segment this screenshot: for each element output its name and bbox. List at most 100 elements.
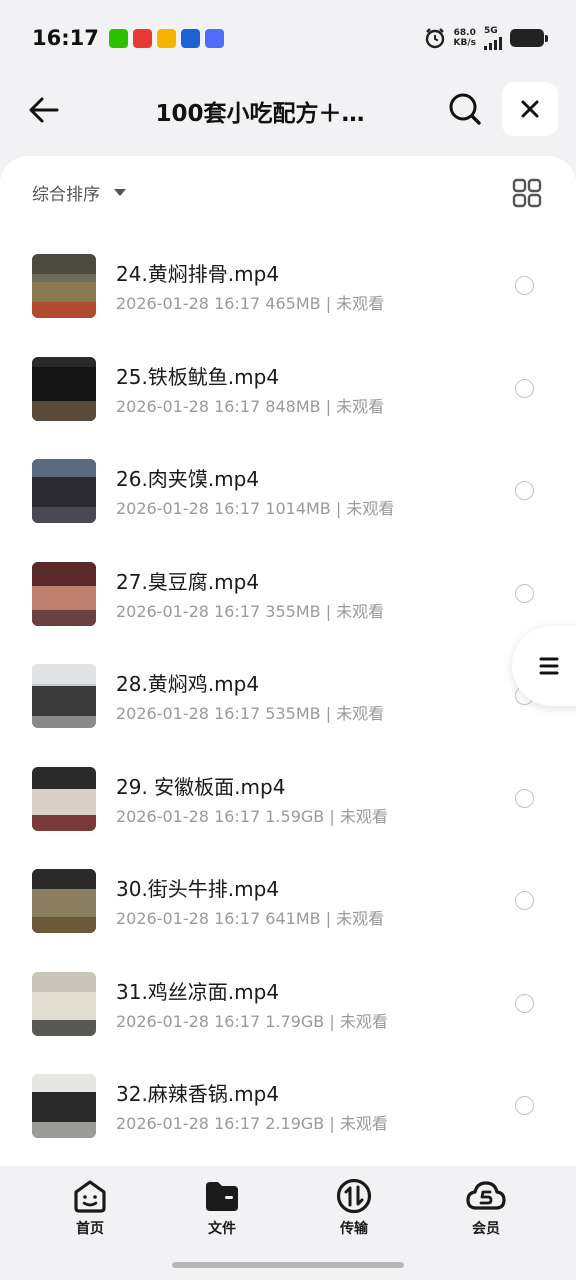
wechat-icon [108, 28, 128, 48]
video-thumbnail [32, 459, 96, 523]
nav-label: 会员 [472, 1221, 500, 1237]
watch-status: 未观看 [339, 1011, 388, 1031]
watch-status: 未观看 [346, 499, 395, 518]
file-date: 2026-01-28 16:17 [116, 909, 261, 928]
file-size: 1.79GB [265, 1011, 325, 1031]
watch-status: 未观看 [336, 396, 385, 416]
file-size: 1.59GB [265, 806, 325, 826]
file-meta: 2026-01-28 16:17 641MB | 未观看 [116, 909, 385, 928]
video-thumbnail [32, 1074, 96, 1138]
sort-label: 综合排序 [32, 185, 100, 205]
select-radio[interactable] [515, 378, 534, 398]
video-thumbnail [32, 766, 96, 831]
list-item[interactable]: 24.黄焖排骨.mp4 2026-01-28 16:17 465MB | 未观看 [0, 238, 576, 341]
mail-icon [156, 28, 176, 48]
alarm-icon [425, 28, 444, 49]
caret-down-icon [114, 189, 126, 196]
net-speed-value: 68.0 [453, 28, 476, 38]
grid-view-icon [512, 178, 542, 208]
watch-status: 未观看 [336, 909, 385, 928]
file-name: 31.鸡丝凉面.mp4 [116, 979, 280, 1004]
list-item[interactable]: 30.街头牛排.mp4 2026-01-28 16:17 641MB | 未观看 [0, 853, 576, 956]
video-thumbnail [32, 664, 96, 728]
file-sheet: 综合排序 24.黄焖排骨.mp4 2026-01-28 16:17 465MB … [0, 156, 576, 1166]
file-date: 2026-01-28 16:17 [116, 704, 261, 723]
home-face-icon [74, 1180, 106, 1213]
file-meta: 2026-01-28 16:17 1.79GB | 未观看 [116, 1011, 388, 1031]
select-radio[interactable] [515, 993, 534, 1013]
cloud-vip-icon [466, 1181, 506, 1210]
notification-icons [108, 28, 224, 48]
file-date: 2026-01-28 16:17 [116, 396, 261, 416]
view-toggle-button[interactable] [512, 178, 542, 208]
video-thumbnail [32, 561, 96, 626]
file-name: 30.街头牛排.mp4 [116, 877, 280, 901]
watch-status: 未观看 [336, 294, 385, 313]
list-item[interactable]: 27.臭豆腐.mp4 2026-01-28 16:17 355MB | 未观看 [0, 546, 576, 649]
search-button[interactable] [446, 90, 484, 128]
file-meta: 2026-01-28 16:17 848MB | 未观看 [116, 396, 385, 416]
select-radio[interactable] [515, 788, 534, 808]
video-thumbnail [32, 356, 96, 421]
home-indicator[interactable] [172, 1262, 404, 1268]
file-date: 2026-01-28 16:17 [116, 499, 261, 518]
file-name: 32.麻辣香锅.mp4 [116, 1082, 280, 1106]
nav-transfer[interactable]: 传输 [314, 1178, 394, 1238]
file-name: 29. 安徽板面.mp4 [116, 774, 286, 799]
watch-status: 未观看 [339, 806, 388, 826]
select-radio[interactable] [515, 276, 534, 295]
file-meta: 2026-01-28 16:17 465MB | 未观看 [116, 294, 385, 313]
page-title: 100套小吃配方＋… [155, 101, 365, 127]
select-radio[interactable] [515, 1096, 534, 1115]
status-bar: 16:17 68.0 KB/s 5G [0, 0, 576, 76]
toutiao-icon [132, 28, 152, 48]
file-size: 535MB [265, 704, 321, 723]
select-radio[interactable] [515, 583, 534, 603]
signal-bars-icon [484, 36, 502, 50]
app-icon [180, 28, 200, 48]
file-meta: 2026-01-28 16:17 2.19GB | 未观看 [116, 1114, 388, 1133]
file-name: 24.黄焖排骨.mp4 [116, 262, 280, 286]
nav-label: 文件 [208, 1221, 236, 1237]
menu-icon [539, 657, 559, 675]
close-button[interactable] [502, 82, 558, 136]
nav-home[interactable]: 首页 [50, 1178, 130, 1238]
sort-dropdown[interactable]: 综合排序 [32, 180, 126, 205]
file-date: 2026-01-28 16:17 [116, 1114, 261, 1133]
list-item[interactable]: 25.铁板鱿鱼.mp4 2026-01-28 16:17 848MB | 未观看 [0, 341, 576, 444]
watch-status: 未观看 [336, 704, 385, 723]
nav-label: 首页 [76, 1221, 104, 1237]
header: 100套小吃配方＋… [0, 80, 576, 140]
list-item[interactable]: 31.鸡丝凉面.mp4 2026-01-28 16:17 1.79GB | 未观… [0, 956, 576, 1059]
list-item[interactable]: 32.麻辣香锅.mp4 2026-01-28 16:17 2.19GB | 未观… [0, 1058, 576, 1161]
list-item[interactable]: 26.肉夹馍.mp4 2026-01-28 16:17 1014MB | 未观看 [0, 443, 576, 546]
battery-icon [510, 29, 548, 47]
file-meta: 2026-01-28 16:17 355MB | 未观看 [116, 601, 385, 621]
list-item[interactable]: 28.黄焖鸡.mp4 2026-01-28 16:17 535MB | 未观看 [0, 648, 576, 751]
watch-status: 未观看 [339, 1114, 388, 1133]
net-speed: 68.0 KB/s [454, 28, 476, 48]
file-date: 2026-01-28 16:17 [116, 806, 261, 826]
nav-label: 传输 [340, 1221, 368, 1237]
search-icon [449, 93, 481, 125]
file-meta: 2026-01-28 16:17 1.59GB | 未观看 [116, 806, 388, 826]
bottom-nav: 首页 文件 传输 会员 [0, 1166, 576, 1280]
select-radio[interactable] [515, 481, 534, 500]
nav-files[interactable]: 文件 [182, 1178, 262, 1238]
list-item[interactable]: 29. 安徽板面.mp4 2026-01-28 16:17 1.59GB | 未… [0, 751, 576, 854]
file-date: 2026-01-28 16:17 [116, 1011, 261, 1031]
file-date: 2026-01-28 16:17 [116, 601, 261, 621]
select-radio[interactable] [515, 891, 534, 910]
nav-vip[interactable]: 会员 [446, 1178, 526, 1238]
file-name: 27.臭豆腐.mp4 [116, 569, 260, 594]
file-name: 28.黄焖鸡.mp4 [116, 672, 260, 696]
video-thumbnail [32, 869, 96, 933]
file-name: 25.铁板鱿鱼.mp4 [116, 364, 280, 389]
video-thumbnail [32, 254, 96, 318]
file-size: 2.19GB [265, 1114, 325, 1133]
file-meta: 2026-01-28 16:17 535MB | 未观看 [116, 704, 385, 723]
back-button[interactable] [26, 92, 62, 128]
file-size: 848MB [265, 396, 321, 416]
file-size: 355MB [265, 601, 321, 621]
network-type: 5G [484, 25, 498, 36]
